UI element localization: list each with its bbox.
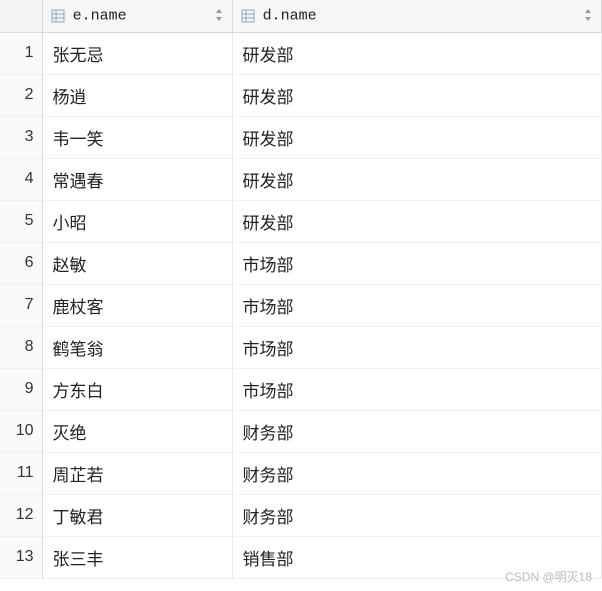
cell-d-name[interactable]: 财务部 — [232, 494, 602, 536]
sort-icon[interactable] — [214, 8, 224, 24]
cell-d-name[interactable]: 研发部 — [232, 158, 602, 200]
row-number: 11 — [0, 452, 42, 494]
row-number: 5 — [0, 200, 42, 242]
cell-d-name[interactable]: 财务部 — [232, 410, 602, 452]
cell-d-name[interactable]: 研发部 — [232, 200, 602, 242]
table-row[interactable]: 6赵敏市场部 — [0, 242, 602, 284]
table-body: 1张无忌研发部2杨逍研发部3韦一笑研发部4常遇春研发部5小昭研发部6赵敏市场部7… — [0, 32, 602, 578]
row-number: 8 — [0, 326, 42, 368]
cell-e-name[interactable]: 灭绝 — [42, 410, 232, 452]
row-number: 2 — [0, 74, 42, 116]
cell-e-name[interactable]: 小昭 — [42, 200, 232, 242]
rownum-header — [0, 0, 42, 32]
table-column-icon — [51, 9, 65, 23]
row-number: 13 — [0, 536, 42, 578]
row-number: 9 — [0, 368, 42, 410]
cell-d-name[interactable]: 市场部 — [232, 326, 602, 368]
table-row[interactable]: 8鹤笔翁市场部 — [0, 326, 602, 368]
cell-d-name[interactable]: 市场部 — [232, 284, 602, 326]
row-number: 4 — [0, 158, 42, 200]
table-row[interactable]: 5小昭研发部 — [0, 200, 602, 242]
table-row[interactable]: 1张无忌研发部 — [0, 32, 602, 74]
table-row[interactable]: 9方东白市场部 — [0, 368, 602, 410]
cell-d-name[interactable]: 研发部 — [232, 74, 602, 116]
header-row: e.name — [0, 0, 602, 32]
cell-e-name[interactable]: 张无忌 — [42, 32, 232, 74]
cell-d-name[interactable]: 市场部 — [232, 242, 602, 284]
result-table-container: e.name — [0, 0, 602, 579]
column-label: e.name — [73, 8, 127, 25]
watermark: CSDN @明灭18 — [505, 568, 592, 585]
table-row[interactable]: 11周芷若财务部 — [0, 452, 602, 494]
row-number: 7 — [0, 284, 42, 326]
table-row[interactable]: 12丁敏君财务部 — [0, 494, 602, 536]
cell-e-name[interactable]: 赵敏 — [42, 242, 232, 284]
cell-e-name[interactable]: 韦一笑 — [42, 116, 232, 158]
row-number: 10 — [0, 410, 42, 452]
column-label: d.name — [263, 8, 317, 25]
row-number: 3 — [0, 116, 42, 158]
cell-d-name[interactable]: 研发部 — [232, 32, 602, 74]
row-number: 1 — [0, 32, 42, 74]
cell-e-name[interactable]: 方东白 — [42, 368, 232, 410]
column-header-d-name[interactable]: d.name — [232, 0, 602, 32]
table-column-icon — [241, 9, 255, 23]
table-row[interactable]: 3韦一笑研发部 — [0, 116, 602, 158]
cell-e-name[interactable]: 鹤笔翁 — [42, 326, 232, 368]
cell-d-name[interactable]: 研发部 — [232, 116, 602, 158]
sort-icon[interactable] — [583, 8, 593, 24]
cell-d-name[interactable]: 财务部 — [232, 452, 602, 494]
table-row[interactable]: 7鹿杖客市场部 — [0, 284, 602, 326]
cell-e-name[interactable]: 周芷若 — [42, 452, 232, 494]
table-row[interactable]: 2杨逍研发部 — [0, 74, 602, 116]
cell-e-name[interactable]: 常遇春 — [42, 158, 232, 200]
table-row[interactable]: 4常遇春研发部 — [0, 158, 602, 200]
cell-d-name[interactable]: 市场部 — [232, 368, 602, 410]
column-header-e-name[interactable]: e.name — [42, 0, 232, 32]
table-row[interactable]: 10灭绝财务部 — [0, 410, 602, 452]
cell-e-name[interactable]: 丁敏君 — [42, 494, 232, 536]
row-number: 6 — [0, 242, 42, 284]
cell-e-name[interactable]: 张三丰 — [42, 536, 232, 578]
cell-e-name[interactable]: 杨逍 — [42, 74, 232, 116]
result-table: e.name — [0, 0, 602, 579]
row-number: 12 — [0, 494, 42, 536]
cell-e-name[interactable]: 鹿杖客 — [42, 284, 232, 326]
